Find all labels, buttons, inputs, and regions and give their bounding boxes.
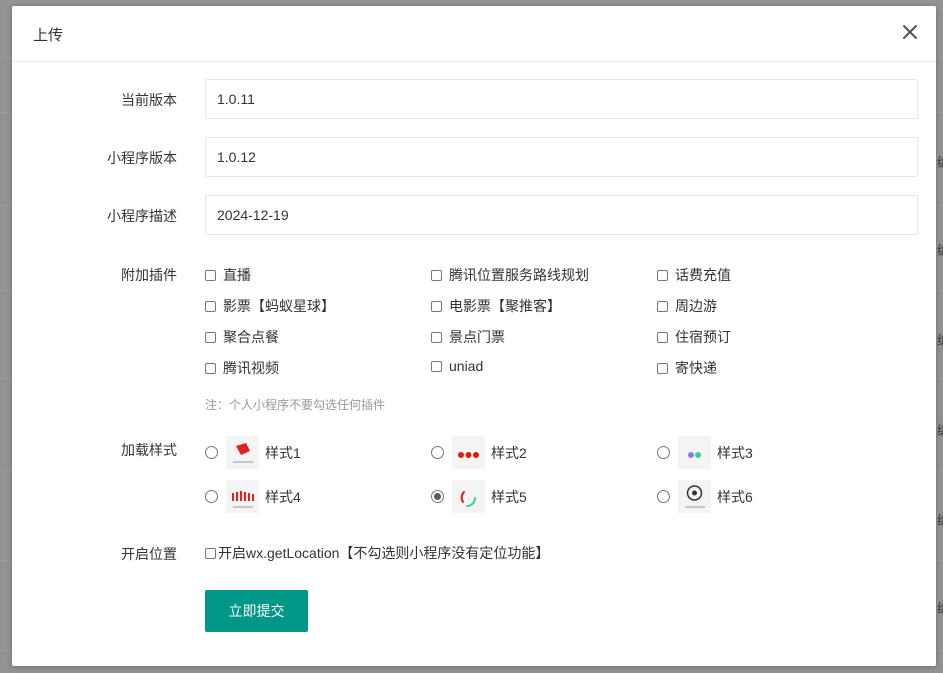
loading-style-option-4[interactable]: 样式4 — [205, 480, 301, 513]
location-checkbox[interactable]: 开启wx.getLocation【不勾选则小程序没有定位功能】 — [205, 543, 549, 563]
checkbox-box[interactable] — [205, 547, 216, 559]
location-label: 开启位置 — [121, 546, 177, 562]
plugin-checkbox-nearby-travel[interactable]: 周边游 — [657, 296, 717, 316]
bg-cell-fragment: 编 — [937, 598, 943, 617]
plugin-checkbox-ant-ticket[interactable]: 影票【蚂蚁星球】 — [205, 296, 335, 316]
radio-button[interactable] — [657, 490, 670, 503]
style-label: 样式2 — [491, 444, 527, 461]
plugins-label: 附加插件 — [121, 267, 177, 283]
miniapp-desc-row: 小程序描述 2024-12-19 — [12, 195, 936, 235]
style-label: 样式4 — [265, 488, 301, 505]
plugin-checkbox-uniad[interactable]: uniad — [431, 358, 483, 374]
submit-button[interactable]: 立即提交 — [205, 590, 308, 632]
checkbox-box[interactable] — [657, 331, 668, 343]
current-version-row: 当前版本 1.0.11 — [12, 79, 936, 119]
loading-style-option-3[interactable]: 样式3 — [657, 436, 753, 469]
plugin-label: 话费充值 — [675, 267, 731, 283]
location-checkbox-label: 开启wx.getLocation【不勾选则小程序没有定位功能】 — [218, 545, 550, 561]
checkbox-box[interactable] — [657, 269, 668, 281]
miniapp-desc-input[interactable]: 2024-12-19 — [205, 195, 918, 235]
bg-cell-fragment: 编 — [937, 152, 943, 171]
style3-preview-icon — [678, 436, 711, 469]
dialog-header: 上传 — [12, 6, 936, 62]
checkbox-box[interactable] — [431, 360, 442, 372]
plugins-hint: 注：个人小程序不要勾选任何插件 — [205, 398, 386, 412]
checkbox-box[interactable] — [431, 300, 442, 312]
loading-style-option-2[interactable]: 样式2 — [431, 436, 527, 469]
loading-style-label: 加载样式 — [121, 442, 177, 458]
checkbox-box[interactable] — [205, 331, 216, 343]
style-label: 样式6 — [717, 488, 753, 505]
plugin-label: 聚合点餐 — [223, 329, 279, 345]
style1-preview-icon — [226, 436, 259, 469]
loading-style-option-1[interactable]: 样式1 — [205, 436, 301, 469]
style-label: 样式5 — [491, 488, 527, 505]
plugin-label: 腾讯位置服务路线规划 — [449, 267, 589, 283]
plugin-label: 直播 — [223, 267, 251, 283]
radio-button[interactable] — [205, 446, 218, 459]
plugin-label: 影票【蚂蚁星球】 — [223, 298, 335, 314]
plugin-checkbox-live[interactable]: 直播 — [205, 265, 251, 285]
checkbox-box[interactable] — [657, 362, 668, 374]
upload-dialog: 上传 当前版本 1.0.11 小程序版本 1.0.12 小程序描述 2024-1… — [12, 6, 936, 666]
plugin-label: 腾讯视频 — [223, 360, 279, 376]
style2-preview-icon — [452, 436, 485, 469]
checkbox-box[interactable] — [657, 300, 668, 312]
plugin-checkbox-route-planning[interactable]: 腾讯位置服务路线规划 — [431, 265, 589, 285]
plugin-checkbox-express-delivery[interactable]: 寄快递 — [657, 358, 717, 378]
radio-button[interactable] — [205, 490, 218, 503]
plugin-label: 景点门票 — [449, 329, 505, 345]
bg-cell-fragment: 编 — [937, 420, 943, 439]
miniapp-desc-label: 小程序描述 — [107, 208, 177, 224]
style-label: 样式1 — [265, 444, 301, 461]
style5-preview-icon — [452, 480, 485, 513]
plugin-checkbox-scenic-ticket[interactable]: 景点门票 — [431, 327, 505, 347]
plugin-checkbox-food-order[interactable]: 聚合点餐 — [205, 327, 279, 347]
plugin-label: 周边游 — [675, 298, 717, 314]
checkbox-box[interactable] — [205, 300, 216, 312]
checkbox-box[interactable] — [205, 269, 216, 281]
style6-preview-icon — [678, 480, 711, 513]
radio-button[interactable] — [431, 490, 444, 503]
miniapp-version-label: 小程序版本 — [107, 150, 177, 166]
plugin-checkbox-tencent-video[interactable]: 腾讯视频 — [205, 358, 279, 378]
checkbox-box[interactable] — [431, 269, 442, 281]
bg-cell-fragment: 编 — [937, 240, 943, 259]
plugin-label: 电影票【聚推客】 — [449, 298, 561, 314]
radio-button[interactable] — [431, 446, 444, 459]
plugin-checkbox-phone-recharge[interactable]: 话费充值 — [657, 265, 731, 285]
plugin-checkbox-movie-ticket[interactable]: 电影票【聚推客】 — [431, 296, 561, 316]
current-version-input[interactable]: 1.0.11 — [205, 79, 918, 119]
dialog-title: 上传 — [33, 27, 64, 44]
close-icon[interactable] — [900, 22, 920, 42]
miniapp-version-input[interactable]: 1.0.12 — [205, 137, 918, 177]
current-version-label: 当前版本 — [121, 92, 177, 108]
plugin-label: 住宿预订 — [675, 329, 731, 345]
plugin-label: uniad — [449, 358, 484, 374]
plugin-label: 寄快递 — [675, 360, 717, 376]
checkbox-box[interactable] — [431, 331, 442, 343]
loading-style-option-5[interactable]: 样式5 — [431, 480, 527, 513]
checkbox-box[interactable] — [205, 362, 216, 374]
style-label: 样式3 — [717, 444, 753, 461]
bg-cell-fragment: 编 — [937, 510, 943, 529]
miniapp-version-row: 小程序版本 1.0.12 — [12, 137, 936, 177]
radio-button[interactable] — [657, 446, 670, 459]
style4-preview-icon — [226, 480, 259, 513]
plugin-checkbox-hotel-booking[interactable]: 住宿预订 — [657, 327, 731, 347]
loading-style-option-6[interactable]: 样式6 — [657, 480, 753, 513]
bg-cell-fragment: 编 — [937, 330, 943, 349]
